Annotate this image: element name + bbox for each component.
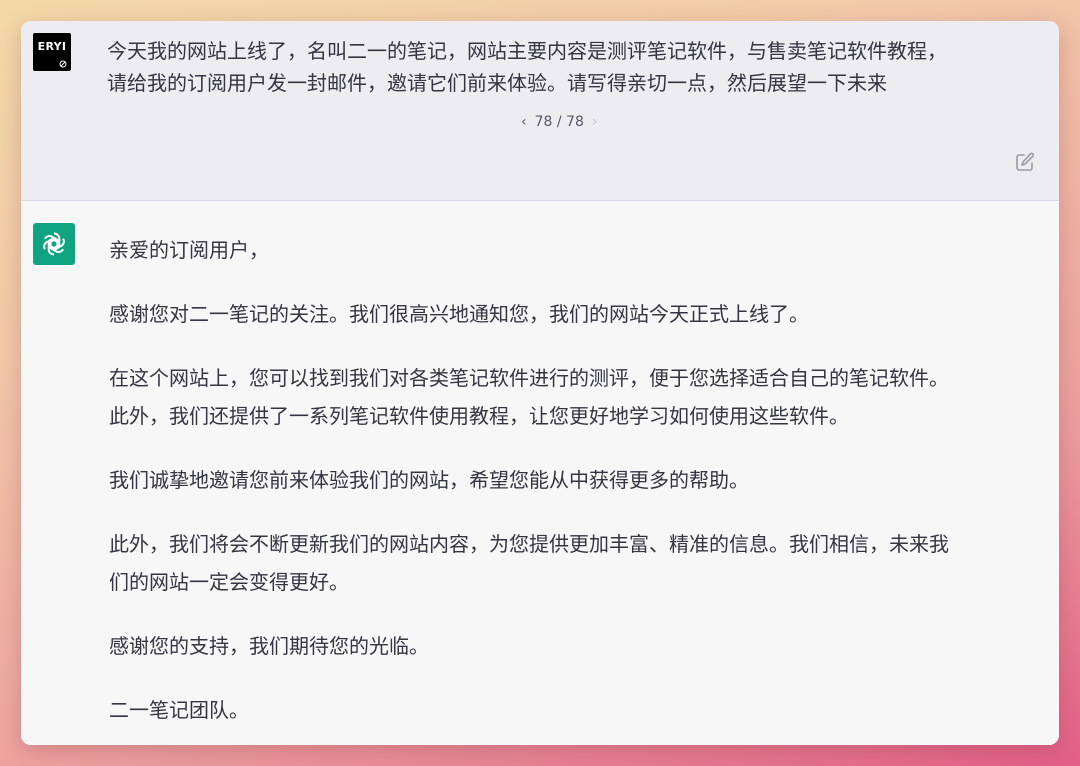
reply-line: 们的网站一定会变得更好。	[109, 570, 349, 594]
user-message-line: 今天我的网站上线了，名叫二一的笔记，网站主要内容是测评笔记软件，与售卖笔记软件教…	[107, 39, 947, 63]
user-message: ERYI 今天我的网站上线了，名叫二一的笔记，网站主要内容是测评笔记软件，与售卖…	[21, 21, 1059, 201]
chat-window: ERYI 今天我的网站上线了，名叫二一的笔记，网站主要内容是测评笔记软件，与售卖…	[21, 21, 1059, 745]
response-pager: ‹ 78 / 78 ›	[521, 111, 597, 133]
chevron-right-icon[interactable]: ›	[592, 114, 598, 130]
reply-signature: 二一笔记团队。	[109, 698, 249, 722]
edit-icon[interactable]	[1014, 151, 1036, 173]
user-message-line: 请给我的订阅用户发一封邮件，邀请它们前来体验。请写得亲切一点，然后展望一下未来	[107, 71, 887, 95]
assistant-message: 亲爱的订阅用户， 感谢您对二一笔记的关注。我们很高兴地通知您，我们的网站今天正式…	[21, 201, 1059, 745]
reply-paragraph: 此外，我们将会不断更新我们的网站内容，为您提供更加丰富、精准的信息。我们相信，未…	[109, 525, 1044, 601]
reply-paragraph: 感谢您对二一笔记的关注。我们很高兴地通知您，我们的网站今天正式上线了。	[109, 302, 809, 326]
assistant-reply-text: 亲爱的订阅用户， 感谢您对二一笔记的关注。我们很高兴地通知您，我们的网站今天正式…	[109, 231, 1044, 745]
user-message-text: 今天我的网站上线了，名叫二一的笔记，网站主要内容是测评笔记软件，与售卖笔记软件教…	[107, 35, 1037, 99]
leaf-icon	[59, 60, 67, 68]
user-avatar: ERYI	[33, 33, 71, 71]
reply-line: 此外，我们还提供了一系列笔记软件使用教程，让您更好地学习如何使用这些软件。	[109, 404, 849, 428]
pager-label: 78 / 78	[534, 114, 584, 130]
reply-paragraph: 感谢您的支持，我们期待您的光临。	[109, 634, 429, 658]
openai-logo-icon	[43, 232, 65, 256]
reply-paragraph: 在这个网站上，您可以找到我们对各类笔记软件进行的测评，便于您选择适合自己的笔记软…	[109, 359, 1044, 435]
reply-greeting: 亲爱的订阅用户，	[109, 238, 269, 262]
reply-paragraph: 我们诚挚地邀请您前来体验我们的网站，希望您能从中获得更多的帮助。	[109, 468, 749, 492]
reply-line: 此外，我们将会不断更新我们的网站内容，为您提供更加丰富、精准的信息。我们相信，未…	[109, 532, 949, 556]
chevron-left-icon[interactable]: ‹	[521, 114, 527, 130]
avatar-logo-text: ERYI	[37, 40, 67, 53]
assistant-avatar	[33, 223, 75, 265]
reply-line: 在这个网站上，您可以找到我们对各类笔记软件进行的测评，便于您选择适合自己的笔记软…	[109, 366, 949, 390]
